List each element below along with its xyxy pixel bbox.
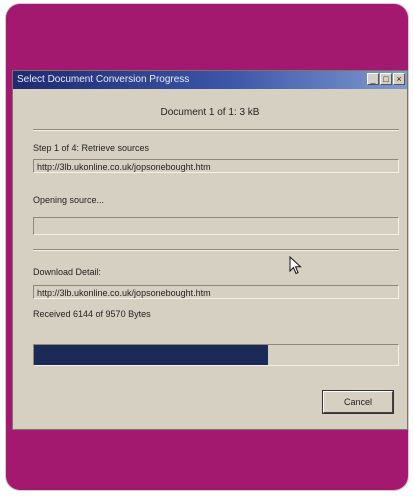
download-progress-bar	[33, 344, 399, 366]
status-field	[33, 217, 399, 235]
step-label: Step 1 of 4: Retrieve sources	[33, 143, 150, 153]
status-label: Opening source...	[33, 195, 105, 205]
received-bytes-text: Received 6144 of 9570 Bytes	[33, 309, 151, 319]
divider	[33, 249, 399, 251]
divider	[33, 129, 399, 131]
window-title: Select Document Conversion Progress	[17, 74, 190, 85]
mouse-pointer-icon	[289, 256, 302, 275]
document-counter: Document 1 of 1: 3 kB	[160, 107, 260, 118]
progress-fill	[34, 345, 268, 365]
title-bar[interactable]: Select Document Conversion Progress _ □ …	[13, 71, 407, 89]
cancel-button[interactable]: Cancel	[323, 391, 393, 413]
close-button[interactable]: ×	[393, 73, 405, 85]
download-url-field: http://3lb.ukonline.co.uk/jopsonebought.…	[33, 285, 399, 299]
minimize-button[interactable]: _	[367, 73, 379, 85]
download-detail-label: Download Detail:	[33, 267, 102, 277]
conversion-progress-dialog: Select Document Conversion Progress _ □ …	[12, 70, 408, 430]
step-url-field: http://3lb.ukonline.co.uk/jopsonebought.…	[33, 159, 399, 173]
maximize-button[interactable]: □	[380, 73, 392, 85]
title-bar-buttons: _ □ ×	[367, 73, 405, 85]
